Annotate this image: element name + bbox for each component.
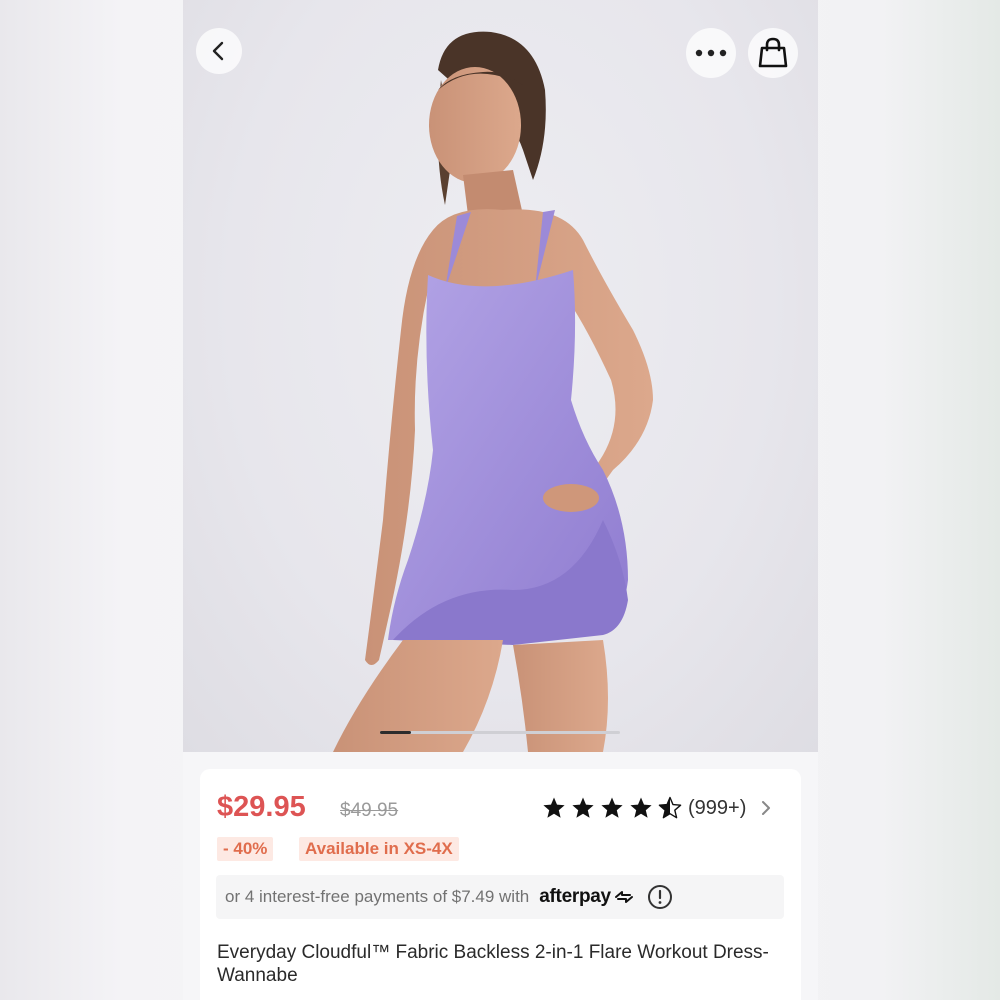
more-horizontal-icon bbox=[695, 49, 727, 57]
cart-button[interactable] bbox=[748, 28, 798, 78]
afterpay-banner[interactable]: or 4 interest-free payments of $7.49 wit… bbox=[216, 875, 784, 919]
carousel-progress-active bbox=[380, 731, 412, 734]
star-full-icon bbox=[572, 797, 594, 818]
shopping-bag-icon bbox=[758, 37, 788, 68]
star-full-icon bbox=[630, 797, 652, 818]
star-full-icon bbox=[601, 797, 623, 818]
original-price: $49.95 bbox=[340, 800, 399, 821]
back-button[interactable] bbox=[196, 28, 242, 74]
exclamation-circle-icon bbox=[647, 885, 672, 909]
afterpay-text: or 4 interest-free payments of $7.49 wit… bbox=[225, 887, 530, 906]
product-title: Everyday Cloudful™ Fabric Backless 2-in-… bbox=[217, 942, 769, 986]
sale-price: $29.95 bbox=[217, 791, 306, 823]
afterpay-info-button[interactable] bbox=[647, 884, 673, 910]
rating-stars bbox=[542, 796, 682, 820]
afterpay-brand: afterpay bbox=[539, 886, 611, 907]
star-full-icon bbox=[543, 797, 565, 818]
product-info-card: $29.95 $49.95 (999+) - 40% Available in … bbox=[200, 769, 801, 1000]
discount-badge: - 40% bbox=[217, 837, 274, 861]
product-image-carousel[interactable] bbox=[183, 0, 818, 752]
star-half-icon bbox=[658, 796, 682, 819]
chevron-left-icon bbox=[212, 41, 224, 61]
rating-count: (999+) bbox=[688, 796, 747, 819]
availability-badge: Available in XS-4X bbox=[299, 837, 459, 861]
phone-screen: $29.95 $49.95 (999+) - 40% Available in … bbox=[183, 0, 818, 1000]
rating-summary[interactable]: (999+) bbox=[542, 796, 772, 820]
carousel-progress-indicator bbox=[380, 731, 620, 734]
product-photo bbox=[333, 31, 653, 752]
rating-more-link[interactable] bbox=[760, 799, 772, 817]
chevron-right-icon bbox=[762, 801, 771, 815]
more-options-button[interactable] bbox=[686, 28, 736, 78]
afterpay-logo: afterpay bbox=[539, 886, 635, 908]
afterpay-loop-icon bbox=[614, 891, 633, 903]
